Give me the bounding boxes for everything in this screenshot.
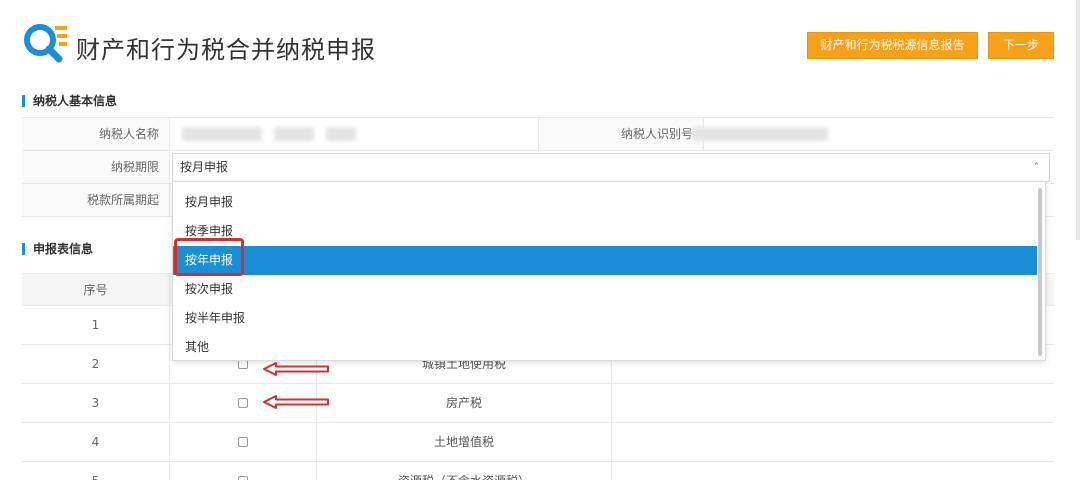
table-row: 4 土地增值税	[22, 423, 1054, 462]
dropdown-option-monthly[interactable]: 按月申报	[173, 188, 1037, 217]
dropdown-option-yearly[interactable]: 按年申报	[173, 246, 1037, 275]
redacted-value	[326, 127, 356, 141]
row-seq: 1	[22, 306, 170, 344]
row-seq: 3	[22, 384, 170, 422]
taxpayer-name-row: 纳税人名称 纳税人识别号	[22, 118, 1054, 151]
row-tax-name: 资源税（不含水资源税）	[317, 462, 612, 480]
table-row: 3 房产税	[22, 384, 1054, 423]
tax-period-select[interactable]: 按月申报 ˄	[172, 153, 1050, 182]
tax-period-dropdown-list: 按月申报 按季申报 按年申报 按次申报 按半年申报 其他	[172, 181, 1046, 361]
tax-period-row: 纳税期限 按月申报 ˄	[22, 151, 1054, 184]
tax-period-label: 纳税期限	[22, 151, 170, 183]
table-row: 5 资源税（不含水资源税）	[22, 462, 1054, 480]
row-checkbox[interactable]	[238, 476, 248, 480]
row-seq: 5	[22, 462, 170, 480]
tax-period-select-value: 按月申报	[180, 160, 229, 174]
row-seq: 4	[22, 423, 170, 461]
dropdown-scrollbar[interactable]	[1038, 188, 1042, 356]
row-checkbox-cell	[170, 462, 317, 480]
row-checkbox-cell	[170, 423, 317, 461]
page-header: 财产和行为税合并纳税申报 财产和行为税税源信息报告 下一步	[0, 0, 1080, 90]
arrow-left-icon	[263, 362, 329, 376]
taxpayer-name-label: 纳税人名称	[22, 118, 170, 150]
page-scrollbar[interactable]	[1076, 0, 1080, 240]
tax-source-report-button[interactable]: 财产和行为税税源信息报告	[807, 32, 978, 59]
dropdown-option-quarterly[interactable]: 按季申报	[173, 217, 1037, 246]
dropdown-option-per-time[interactable]: 按次申报	[173, 275, 1037, 304]
seq-column-header: 序号	[22, 274, 170, 305]
dropdown-option-other[interactable]: 其他	[173, 333, 1037, 362]
chevron-up-icon[interactable]: ˄	[1034, 154, 1039, 181]
search-document-icon	[24, 24, 67, 63]
redacted-value	[182, 127, 262, 141]
dropdown-option-half-yearly[interactable]: 按半年申报	[173, 304, 1037, 333]
row-checkbox[interactable]	[238, 437, 248, 447]
tax-start-period-label: 税款所属期起	[22, 184, 170, 216]
next-step-button[interactable]: 下一步	[988, 32, 1054, 59]
page-title: 财产和行为税合并纳税申报	[76, 36, 376, 64]
row-checkbox[interactable]	[238, 398, 248, 408]
row-tax-name: 土地增值税	[317, 423, 612, 461]
row-seq: 2	[22, 345, 170, 383]
section-title-declaration-info: 申报表信息	[22, 243, 93, 255]
redacted-value	[274, 127, 314, 141]
section-title-taxpayer-info: 纳税人基本信息	[22, 95, 117, 107]
arrow-left-icon	[263, 395, 329, 409]
redacted-value	[692, 127, 828, 141]
row-tax-name: 房产税	[317, 384, 612, 422]
taxpayer-id-label: 纳税人识别号	[538, 118, 704, 150]
